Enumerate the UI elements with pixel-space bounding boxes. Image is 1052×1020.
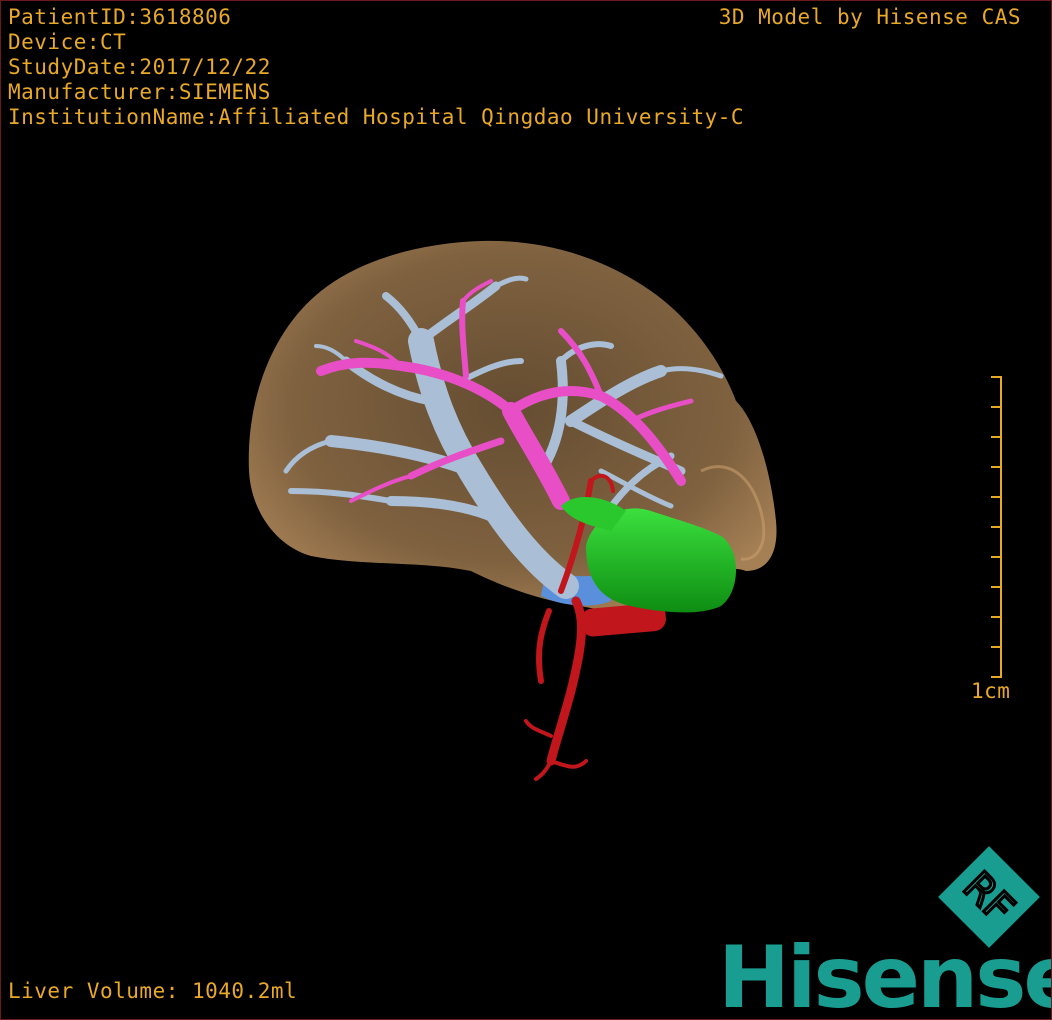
3d-viewport[interactable]: PatientID:3618806 Device:CT StudyDate:20… — [0, 0, 1052, 1020]
liver-volume: Liver Volume: 1040.2ml — [8, 979, 298, 1003]
dicom-info-overlay: PatientID:3618806 Device:CT StudyDate:20… — [8, 5, 744, 130]
scale-bar — [991, 376, 1002, 678]
scale-bar-label: 1cm — [971, 679, 1011, 703]
patient-id: PatientID:3618806 — [8, 5, 232, 29]
institution-name: InstitutionName:Affiliated Hospital Qing… — [8, 105, 745, 129]
device: Device:CT — [8, 30, 127, 54]
liver-3d-model[interactable] — [1, 1, 1052, 1020]
model-credit: 3D Model by Hisense CAS — [718, 5, 1021, 29]
manufacturer: Manufacturer:SIEMENS — [8, 80, 271, 104]
hisense-logo: Hisense — [718, 928, 1052, 1020]
study-date: StudyDate:2017/12/22 — [8, 55, 271, 79]
